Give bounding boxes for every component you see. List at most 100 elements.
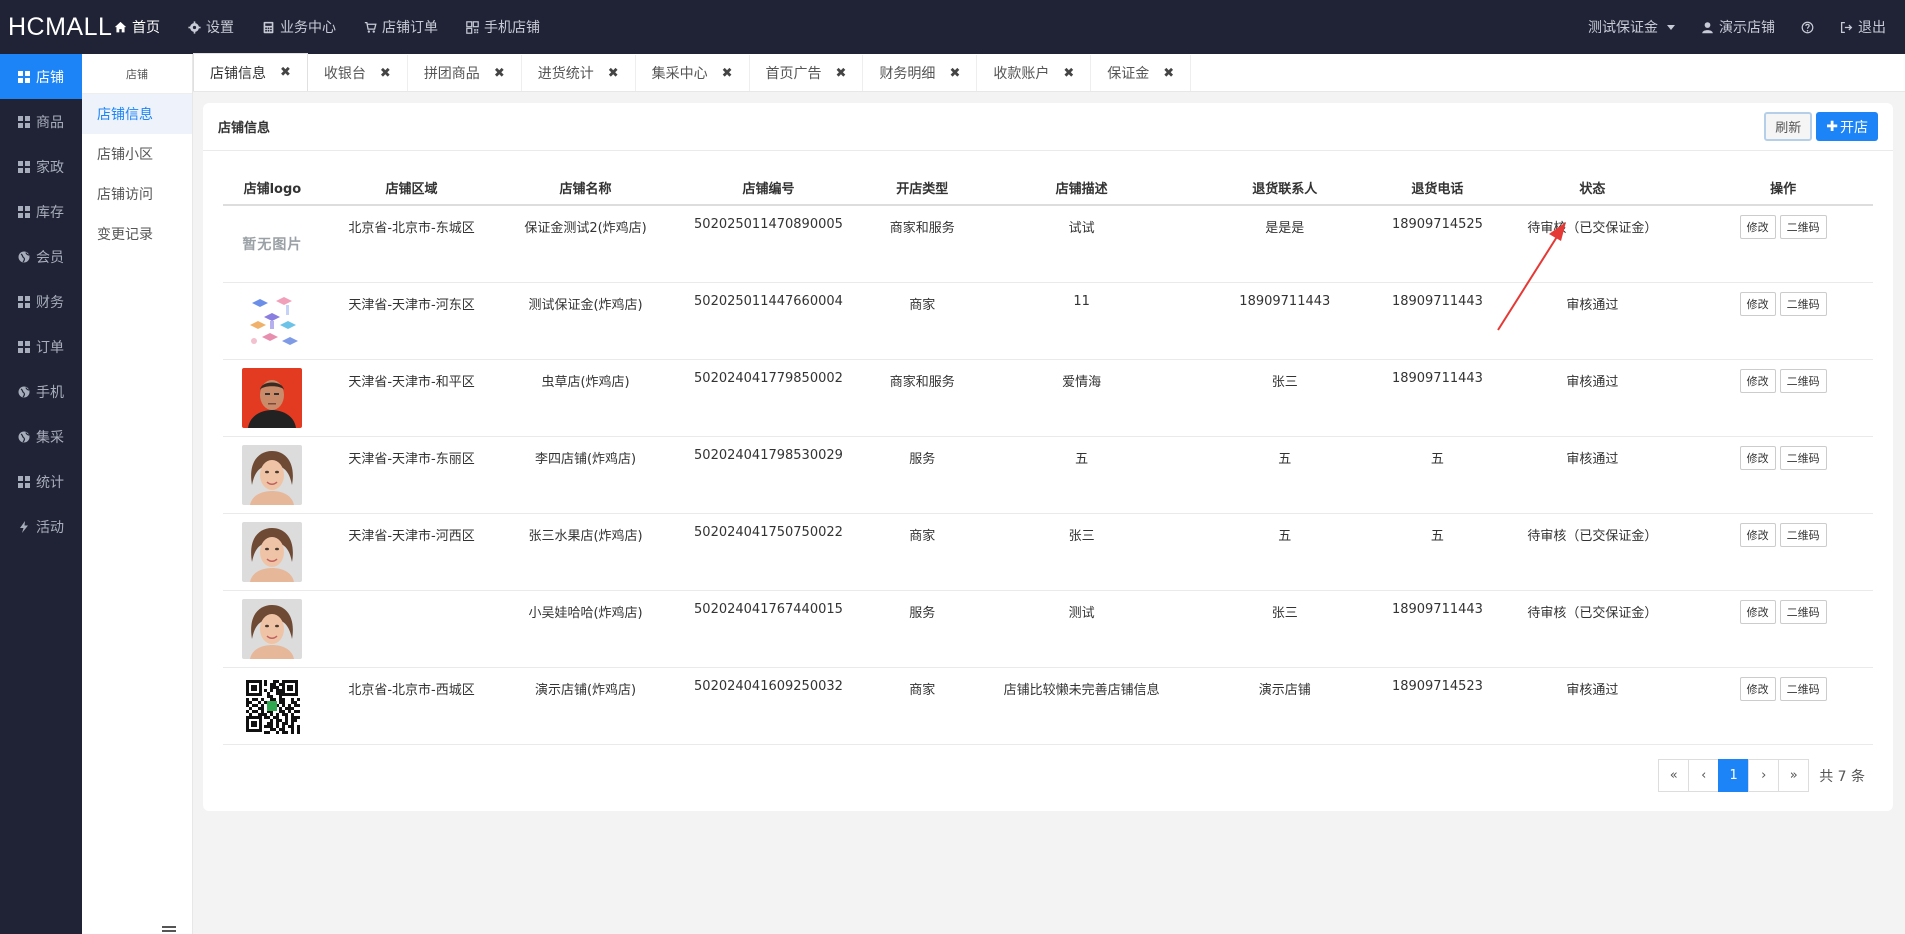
qrcode-button[interactable]: 二维码 — [1779, 522, 1827, 547]
page-prev-button[interactable]: ‹ — [1688, 759, 1720, 792]
logo-cell — [223, 590, 322, 668]
cell-phone: 18909711443 — [1383, 359, 1492, 437]
tab-7[interactable]: 收款账户 ✖ — [977, 55, 1092, 91]
page-next-button[interactable]: › — [1748, 759, 1780, 792]
home-icon — [114, 21, 127, 32]
cell-status: 待审核（已交保证金） — [1491, 205, 1694, 283]
close-icon[interactable]: ✖ — [836, 66, 847, 81]
table-row: 天津省-天津市-河西区 张三水果店(炸鸡店) 502024041750750022 商… — [223, 513, 1873, 591]
topnav-orders-label: 店铺订单 — [382, 20, 438, 36]
edit-button[interactable]: 修改 — [1739, 291, 1776, 316]
close-icon[interactable]: ✖ — [722, 66, 733, 81]
open-shop-label: 开店 — [1840, 119, 1868, 136]
topnav-business[interactable]: 业务中心 — [248, 0, 350, 54]
cell-contact: 18909711443 — [1186, 282, 1384, 360]
close-icon[interactable]: ✖ — [949, 66, 960, 81]
edit-button[interactable]: 修改 — [1739, 676, 1776, 701]
qrcode-icon — [466, 20, 479, 34]
help-button[interactable] — [1788, 21, 1827, 34]
qrcode-button[interactable]: 二维码 — [1779, 445, 1827, 470]
subside-item-shop-community[interactable]: 店铺小区 — [82, 134, 192, 174]
shop-logo-image — [242, 444, 303, 505]
logout-button[interactable]: 退出 — [1827, 17, 1899, 37]
sidebar-item-label: 订单 — [36, 339, 64, 356]
cell-region: 天津省-天津市-河东区 — [321, 282, 502, 360]
subside-item-shop-info[interactable]: 店铺信息 — [82, 94, 192, 134]
shop-logo-image — [242, 521, 303, 582]
tab-label: 收银台 — [323, 66, 366, 82]
pagination: « ‹ 1 › » 共 7 条 — [1658, 759, 1865, 792]
tab-label: 店铺信息 — [210, 65, 266, 82]
sidebar-item-10[interactable]: 活动 — [0, 504, 82, 549]
edit-button[interactable]: 修改 — [1739, 599, 1776, 624]
column-header: 退货电话 — [1383, 171, 1492, 206]
account-dropdown[interactable]: 测试保证金 — [1575, 17, 1688, 37]
topnav-home[interactable]: 首页 — [100, 0, 174, 54]
page-current-button[interactable]: 1 — [1718, 759, 1750, 792]
logo-cell — [223, 359, 322, 437]
globe-icon — [18, 386, 30, 398]
cell-contact: 张三 — [1186, 359, 1384, 437]
sidebar-item-label: 活动 — [36, 519, 64, 536]
topnav-mobile-shop[interactable]: 手机店铺 — [452, 0, 554, 54]
sidebar-item-1[interactable]: 商品 — [0, 99, 82, 144]
cell-desc: 爱情海 — [977, 359, 1187, 437]
close-icon[interactable]: ✖ — [608, 66, 619, 81]
sidebar-item-8[interactable]: 集采 — [0, 414, 82, 459]
open-shop-button[interactable]: ✚ 开店 — [1816, 112, 1878, 141]
cell-status: 审核通过 — [1491, 667, 1694, 745]
tab-0[interactable]: 店铺信息 ✖ — [193, 53, 308, 91]
topnav-settings[interactable]: 设置 — [174, 0, 248, 54]
close-icon[interactable]: ✖ — [280, 65, 291, 80]
tab-1[interactable]: 收银台 ✖ — [308, 55, 408, 91]
edit-button[interactable]: 修改 — [1739, 445, 1776, 470]
sidebar-item-2[interactable]: 家政 — [0, 144, 82, 189]
grid-icon — [18, 340, 30, 353]
sidebar-item-0[interactable]: 店铺 — [0, 54, 82, 99]
tab-5[interactable]: 首页广告 ✖ — [750, 55, 864, 91]
ops-cell: 修改 二维码 — [1693, 205, 1873, 283]
cell-name: 测试保证金(炸鸡店) — [501, 282, 670, 360]
sidebar-item-3[interactable]: 库存 — [0, 189, 82, 234]
shop-user[interactable]: 演示店铺 — [1688, 17, 1788, 37]
qrcode-button[interactable]: 二维码 — [1779, 599, 1827, 624]
grid-icon — [18, 205, 30, 218]
close-icon[interactable]: ✖ — [380, 66, 391, 81]
tab-2[interactable]: 拼团商品 ✖ — [408, 55, 522, 91]
edit-button[interactable]: 修改 — [1739, 368, 1776, 393]
menu-toggle-icon[interactable] — [162, 930, 176, 932]
close-icon[interactable]: ✖ — [1063, 66, 1074, 81]
sidebar-item-label: 会员 — [36, 249, 64, 266]
sidebar-item-7[interactable]: 手机 — [0, 369, 82, 414]
qrcode-button[interactable]: 二维码 — [1779, 291, 1827, 316]
edit-button[interactable]: 修改 — [1739, 215, 1776, 239]
sidebar-item-9[interactable]: 统计 — [0, 459, 82, 504]
sidebar-item-6[interactable]: 订单 — [0, 324, 82, 369]
page-last-button[interactable]: » — [1778, 759, 1810, 792]
refresh-button[interactable]: 刷新 — [1764, 112, 1813, 141]
tab-8[interactable]: 保证金 ✖ — [1091, 55, 1192, 91]
tab-6[interactable]: 财务明细 ✖ — [863, 55, 978, 91]
cell-status: 审核通过 — [1491, 359, 1694, 437]
sidebar-item-5[interactable]: 财务 — [0, 279, 82, 324]
qrcode-button[interactable]: 二维码 — [1779, 368, 1827, 393]
page-first-button[interactable]: « — [1658, 759, 1690, 792]
close-icon[interactable]: ✖ — [494, 66, 505, 81]
ops-cell: 修改 二维码 — [1693, 359, 1873, 437]
cell-phone: 18909711443 — [1383, 590, 1492, 668]
cell-name: 张三水果店(炸鸡店) — [501, 513, 670, 591]
column-header: 店铺logo — [223, 171, 322, 206]
tab-4[interactable]: 集采中心 ✖ — [636, 55, 750, 91]
tab-3[interactable]: 进货统计 ✖ — [522, 55, 636, 91]
close-icon[interactable]: ✖ — [1163, 66, 1174, 81]
qrcode-button[interactable]: 二维码 — [1779, 676, 1827, 701]
subside-item-shop-visits[interactable]: 店铺访问 — [82, 174, 192, 214]
qrcode-button[interactable]: 二维码 — [1779, 215, 1827, 239]
subside-item-change-log[interactable]: 变更记录 — [82, 214, 192, 254]
edit-button[interactable]: 修改 — [1739, 522, 1776, 547]
sidebar-item-4[interactable]: 会员 — [0, 234, 82, 279]
cell-contact: 五 — [1186, 436, 1384, 514]
topnav-orders[interactable]: 店铺订单 — [350, 0, 452, 54]
cell-region — [321, 590, 502, 668]
sidebar-item-label: 集采 — [36, 429, 64, 446]
